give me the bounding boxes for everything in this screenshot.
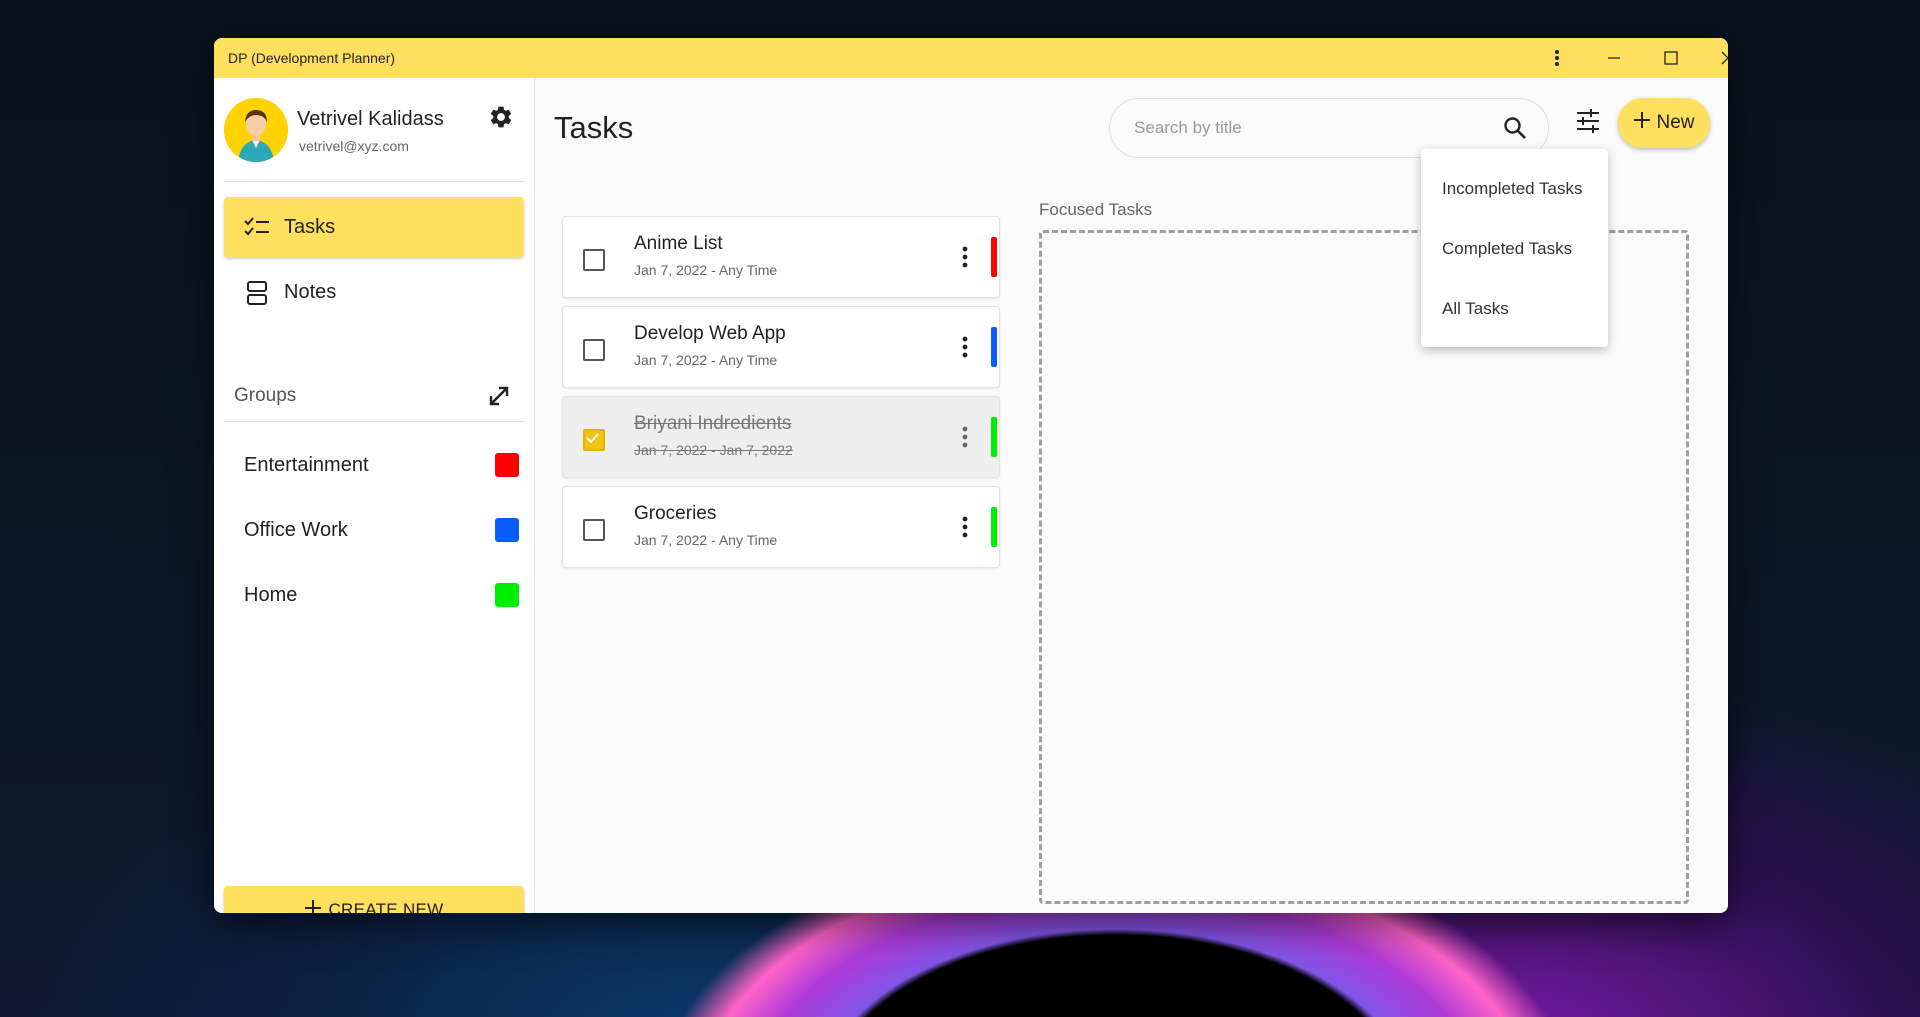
task-card[interactable]: Briyani Indredients Jan 7, 2022 - Jan 7,… [562, 396, 1000, 478]
task-card[interactable]: Groceries Jan 7, 2022 - Any Time [562, 486, 1000, 568]
create-new-button[interactable]: CREATE NEW [224, 886, 524, 913]
nav-item-label: Notes [284, 281, 337, 303]
task-card[interactable]: Anime List Jan 7, 2022 - Any Time [562, 216, 1000, 298]
task-checkbox[interactable] [583, 519, 605, 541]
group-label: Home [244, 584, 298, 606]
task-checkbox[interactable] [583, 249, 605, 271]
notes-icon [244, 280, 270, 305]
more-options-icon[interactable] [1529, 38, 1585, 78]
more-options-icon[interactable] [955, 243, 975, 271]
nav-item-tasks[interactable]: Tasks [224, 197, 524, 257]
search-placeholder: Search by title [1134, 118, 1242, 137]
new-task-button[interactable]: New [1618, 98, 1710, 148]
plus-icon [1633, 111, 1651, 135]
create-new-label: CREATE NEW [328, 900, 444, 913]
more-options-icon[interactable] [955, 513, 975, 541]
menu-item-all-tasks[interactable]: All Tasks [1442, 299, 1509, 319]
expand-icon[interactable] [484, 381, 514, 411]
task-title: Briyani Indredients [634, 413, 792, 434]
group-label: Office Work [244, 519, 348, 541]
group-color-swatch [495, 518, 519, 542]
nav-item-label: Tasks [284, 216, 336, 238]
nav-item-notes[interactable]: Notes [224, 262, 524, 322]
task-date: Jan 7, 2022 - Any Time [634, 532, 778, 548]
group-color-stripe [991, 237, 997, 277]
close-button[interactable] [1700, 38, 1728, 78]
minimize-button[interactable] [1586, 38, 1642, 78]
gear-icon[interactable] [484, 100, 518, 134]
new-task-label: New [1656, 112, 1695, 133]
divider [224, 181, 524, 182]
checklist-icon [244, 215, 270, 239]
task-title: Develop Web App [634, 323, 786, 344]
group-color-swatch [495, 453, 519, 477]
group-color-stripe [991, 507, 997, 547]
task-date: Jan 7, 2022 - Any Time [634, 262, 778, 278]
sidebar: Vetrivel Kalidass vetrivel@xyz.com Tasks [214, 78, 535, 913]
group-item-office-work[interactable]: Office Work [224, 502, 524, 558]
user-email: vetrivel@xyz.com [299, 138, 409, 154]
title-bar[interactable]: DP (Development Planner) [214, 38, 1728, 78]
menu-item-incompleted-tasks[interactable]: Incompleted Tasks [1442, 179, 1582, 199]
group-label: Entertainment [244, 454, 369, 476]
focused-tasks-heading: Focused Tasks [1039, 200, 1153, 219]
group-color-stripe [991, 417, 997, 457]
task-date: Jan 7, 2022 - Jan 7, 2022 [634, 442, 793, 458]
page-title: Tasks [554, 110, 634, 145]
groups-heading: Groups [234, 385, 297, 406]
avatar[interactable] [224, 98, 288, 162]
filter-dropdown-menu: Incompleted Tasks Completed Tasks All Ta… [1421, 149, 1608, 347]
group-color-stripe [991, 327, 997, 367]
filter-icon[interactable] [1568, 101, 1608, 141]
group-color-swatch [495, 583, 519, 607]
divider [224, 421, 524, 422]
menu-item-completed-tasks[interactable]: Completed Tasks [1442, 239, 1572, 259]
task-date: Jan 7, 2022 - Any Time [634, 352, 778, 368]
group-item-entertainment[interactable]: Entertainment [224, 437, 524, 493]
task-title: Groceries [634, 503, 717, 524]
user-name: Vetrivel Kalidass [297, 108, 444, 130]
task-checkbox-checked[interactable] [583, 429, 605, 451]
task-checkbox[interactable] [583, 339, 605, 361]
search-icon[interactable] [1502, 115, 1528, 141]
plus-icon [304, 899, 322, 913]
more-options-icon[interactable] [955, 423, 975, 451]
more-options-icon[interactable] [955, 333, 975, 361]
window-title: DP (Development Planner) [228, 50, 396, 66]
maximize-button[interactable] [1643, 38, 1699, 78]
group-item-home[interactable]: Home [224, 567, 524, 623]
task-title: Anime List [634, 233, 723, 254]
task-card[interactable]: Develop Web App Jan 7, 2022 - Any Time [562, 306, 1000, 388]
